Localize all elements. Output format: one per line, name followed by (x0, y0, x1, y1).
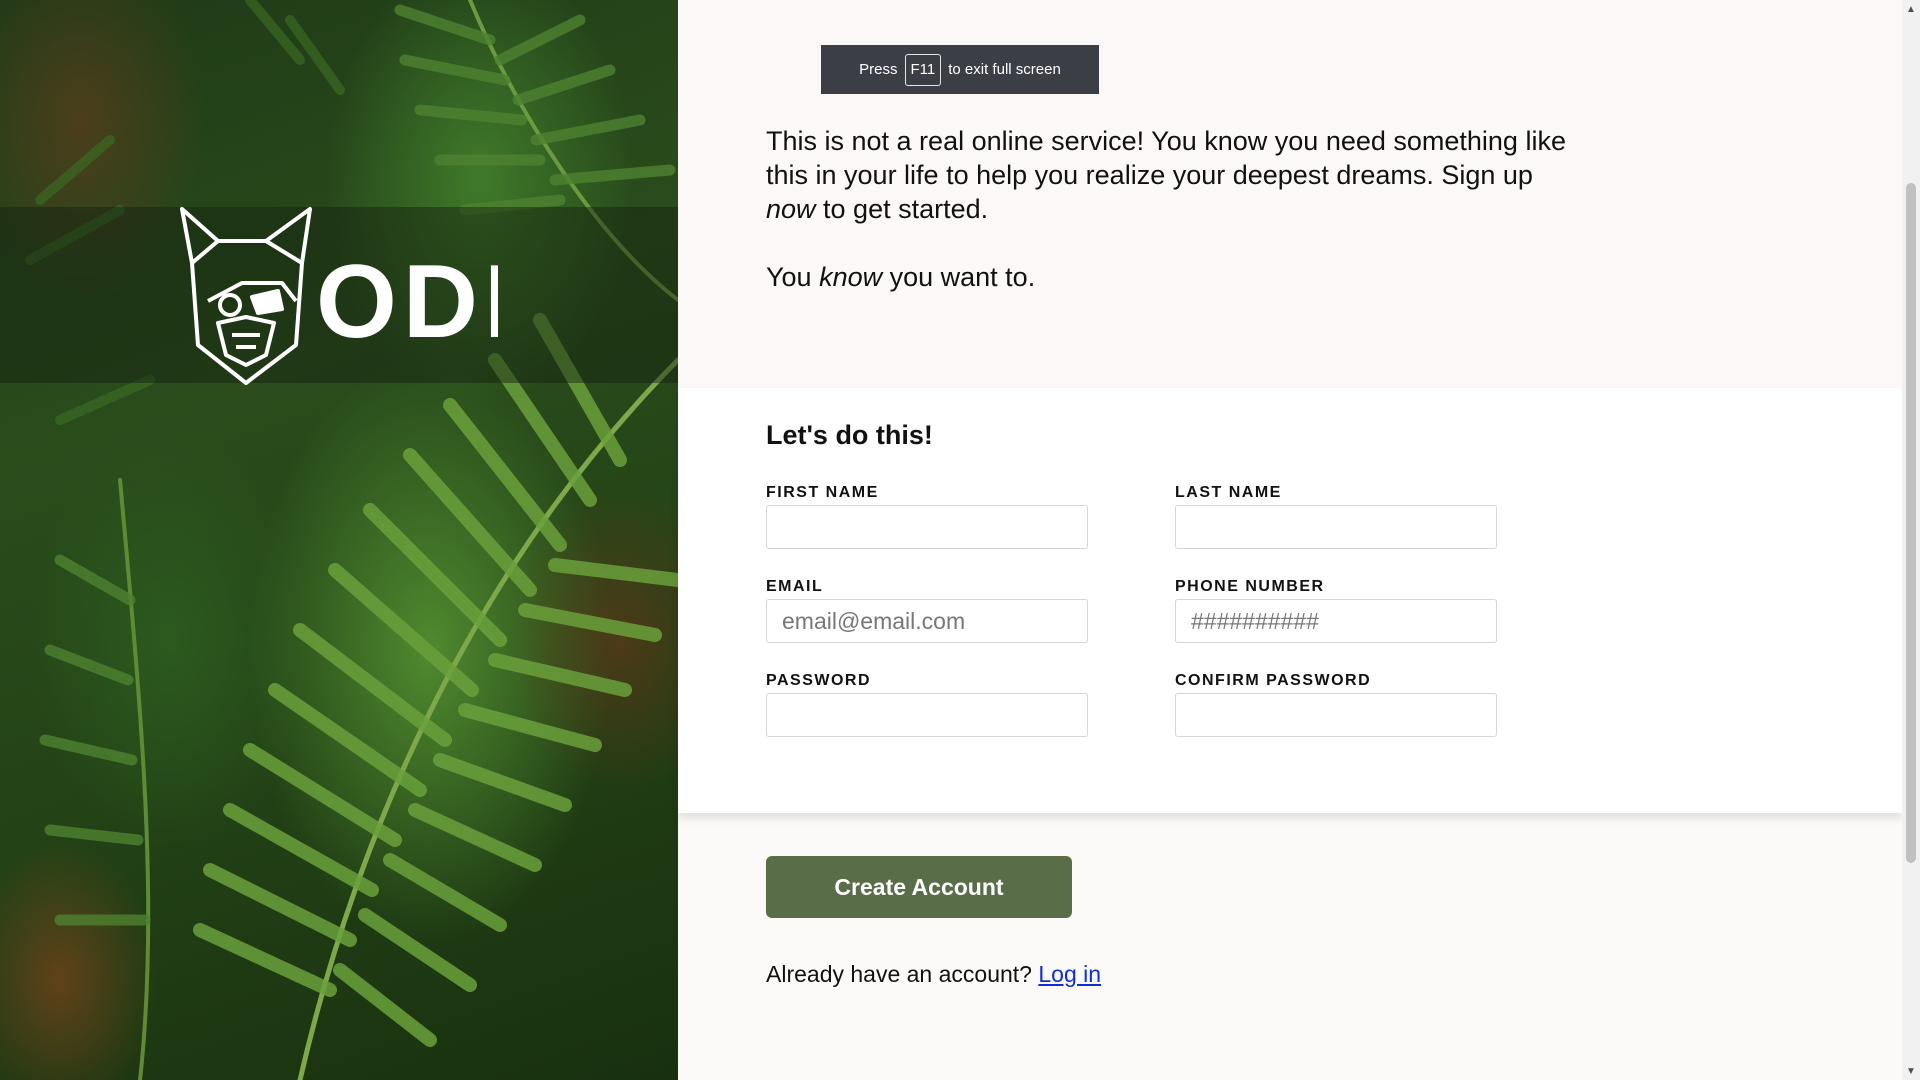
fullscreen-notice-before: Press (859, 61, 898, 78)
first-name-label: FIRST NAME (766, 484, 879, 501)
intro-line1-emphasis: now (766, 194, 816, 224)
login-link[interactable]: Log in (1038, 961, 1101, 987)
scroll-up-arrow-icon[interactable]: ▲ (1902, 0, 1920, 18)
email-label: EMAIL (766, 578, 824, 595)
intro-line1-end: to get started. (815, 194, 989, 224)
confirm-password-field: CONFIRM PASSWORD (1175, 672, 1497, 737)
scroll-down-arrow-icon[interactable]: ▼ (1902, 1062, 1920, 1080)
form-title: Let's do this! (766, 420, 933, 450)
vertical-scrollbar[interactable]: ▲ ▼ (1902, 0, 1920, 1080)
form-actions: Create Account Already have an account? … (678, 813, 1902, 1080)
intro-text: This is not a real online service! You k… (766, 124, 1586, 294)
intro-tagline: You know you want to. (766, 260, 1586, 294)
intro-section: Press F11 to exit full screen This is no… (678, 0, 1902, 388)
login-prompt: Already have an account? Log in (766, 961, 1101, 988)
last-name-input[interactable] (1175, 505, 1497, 549)
odin-logo: ODIN (180, 207, 498, 385)
f11-key-badge: F11 (904, 53, 942, 86)
password-field: PASSWORD (766, 672, 1088, 737)
last-name-field: LAST NAME (1175, 484, 1497, 549)
viking-helmet-icon (180, 207, 312, 385)
intro-line2-end: you want to. (882, 262, 1036, 292)
create-account-button[interactable]: Create Account (766, 856, 1072, 918)
email-input[interactable] (766, 599, 1088, 643)
scrollbar-thumb[interactable] (1906, 183, 1916, 863)
intro-line1: This is not a real online service! You k… (766, 126, 1566, 190)
fern-illustration (25, 0, 678, 1080)
phone-label: PHONE NUMBER (1175, 578, 1325, 595)
signup-form: Let's do this! FIRST NAME LAST NAME EMAI… (678, 388, 1902, 813)
confirm-password-input[interactable] (1175, 693, 1497, 737)
confirm-password-label: CONFIRM PASSWORD (1175, 672, 1372, 689)
phone-field: PHONE NUMBER (1175, 578, 1497, 643)
password-label: PASSWORD (766, 672, 872, 689)
login-prompt-text: Already have an account? (766, 961, 1032, 987)
email-field: EMAIL (766, 578, 1088, 643)
signup-page: ODIN Press F11 to exit full screen This … (0, 0, 1920, 1080)
last-name-label: LAST NAME (1175, 484, 1282, 501)
fullscreen-notice-after: to exit full screen (948, 61, 1061, 78)
first-name-field: FIRST NAME (766, 484, 1088, 549)
intro-line2-emphasis: know (819, 262, 883, 292)
first-name-input[interactable] (766, 505, 1088, 549)
password-input[interactable] (766, 693, 1088, 737)
phone-input[interactable] (1175, 599, 1497, 643)
main-content: Press F11 to exit full screen This is no… (678, 0, 1902, 1080)
logo-wordmark: ODIN (316, 244, 498, 360)
intro-line2-start: You (766, 262, 820, 292)
hero-fern-image: ODIN (0, 0, 678, 1080)
fullscreen-notice: Press F11 to exit full screen (821, 45, 1099, 94)
intro-paragraph: This is not a real online service! You k… (766, 124, 1586, 226)
